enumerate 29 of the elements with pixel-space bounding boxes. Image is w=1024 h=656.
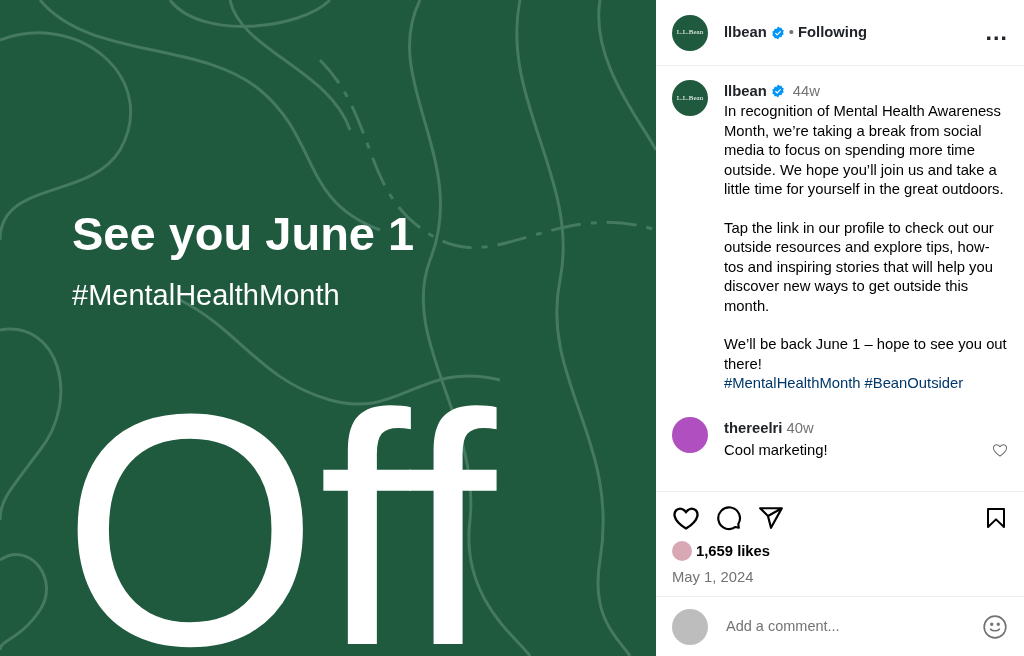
caption-paragraph: In recognition of Mental Health Awareness Month, we’re taking a break from social media to focus on spending more time outside. We hope you’ll join us and take a little time for yourself in the great outdoors. — [724, 102, 1005, 200]
avatar-placeholder — [672, 540, 692, 561]
comment-icon — [716, 504, 742, 531]
likes-count[interactable]: 1,659 likes — [696, 539, 771, 562]
username-link[interactable]: thereelri — [724, 419, 783, 436]
post-big-text: Off — [62, 405, 498, 656]
post-hashtag: #MentalHealthMonth — [72, 277, 341, 313]
post-age: 44w — [792, 82, 820, 101]
following-link[interactable]: Following — [797, 21, 867, 44]
post-headline: See you June 1 — [72, 208, 416, 260]
comment-text: Cool marketing! — [724, 440, 828, 460]
paper-plane-icon — [758, 504, 784, 531]
emoji-button[interactable] — [982, 613, 1008, 640]
username-link[interactable]: llbean — [724, 21, 767, 44]
post-date: May 1, 2024 — [672, 567, 755, 587]
caption-paragraph: We’ll be back June 1 – hope to see you out there! #MentalHealthMonth #BeanOutsider — [724, 335, 1008, 394]
hashtag-link[interactable]: #BeanOutsider — [864, 375, 964, 392]
share-button[interactable] — [758, 504, 784, 531]
hashtag-link[interactable]: #MentalHealthMonth — [724, 375, 861, 392]
avatar-placeholder — [672, 416, 708, 453]
caption-paragraph: Tap the link in our profile to check out our outside resources and explore tips, how-tos and inspiring stories that will help you discover new ways to get outside this month. — [724, 218, 995, 316]
comment-button[interactable] — [716, 504, 742, 531]
comment-age: 40w — [786, 419, 814, 436]
comment-like-button[interactable] — [992, 441, 1008, 458]
username-link[interactable]: llbean — [724, 80, 767, 103]
smiley-icon — [982, 613, 1008, 640]
avatar-placeholder — [672, 608, 708, 645]
separator-dot: • — [788, 23, 794, 43]
more-options-button[interactable]: … — [984, 20, 1008, 45]
